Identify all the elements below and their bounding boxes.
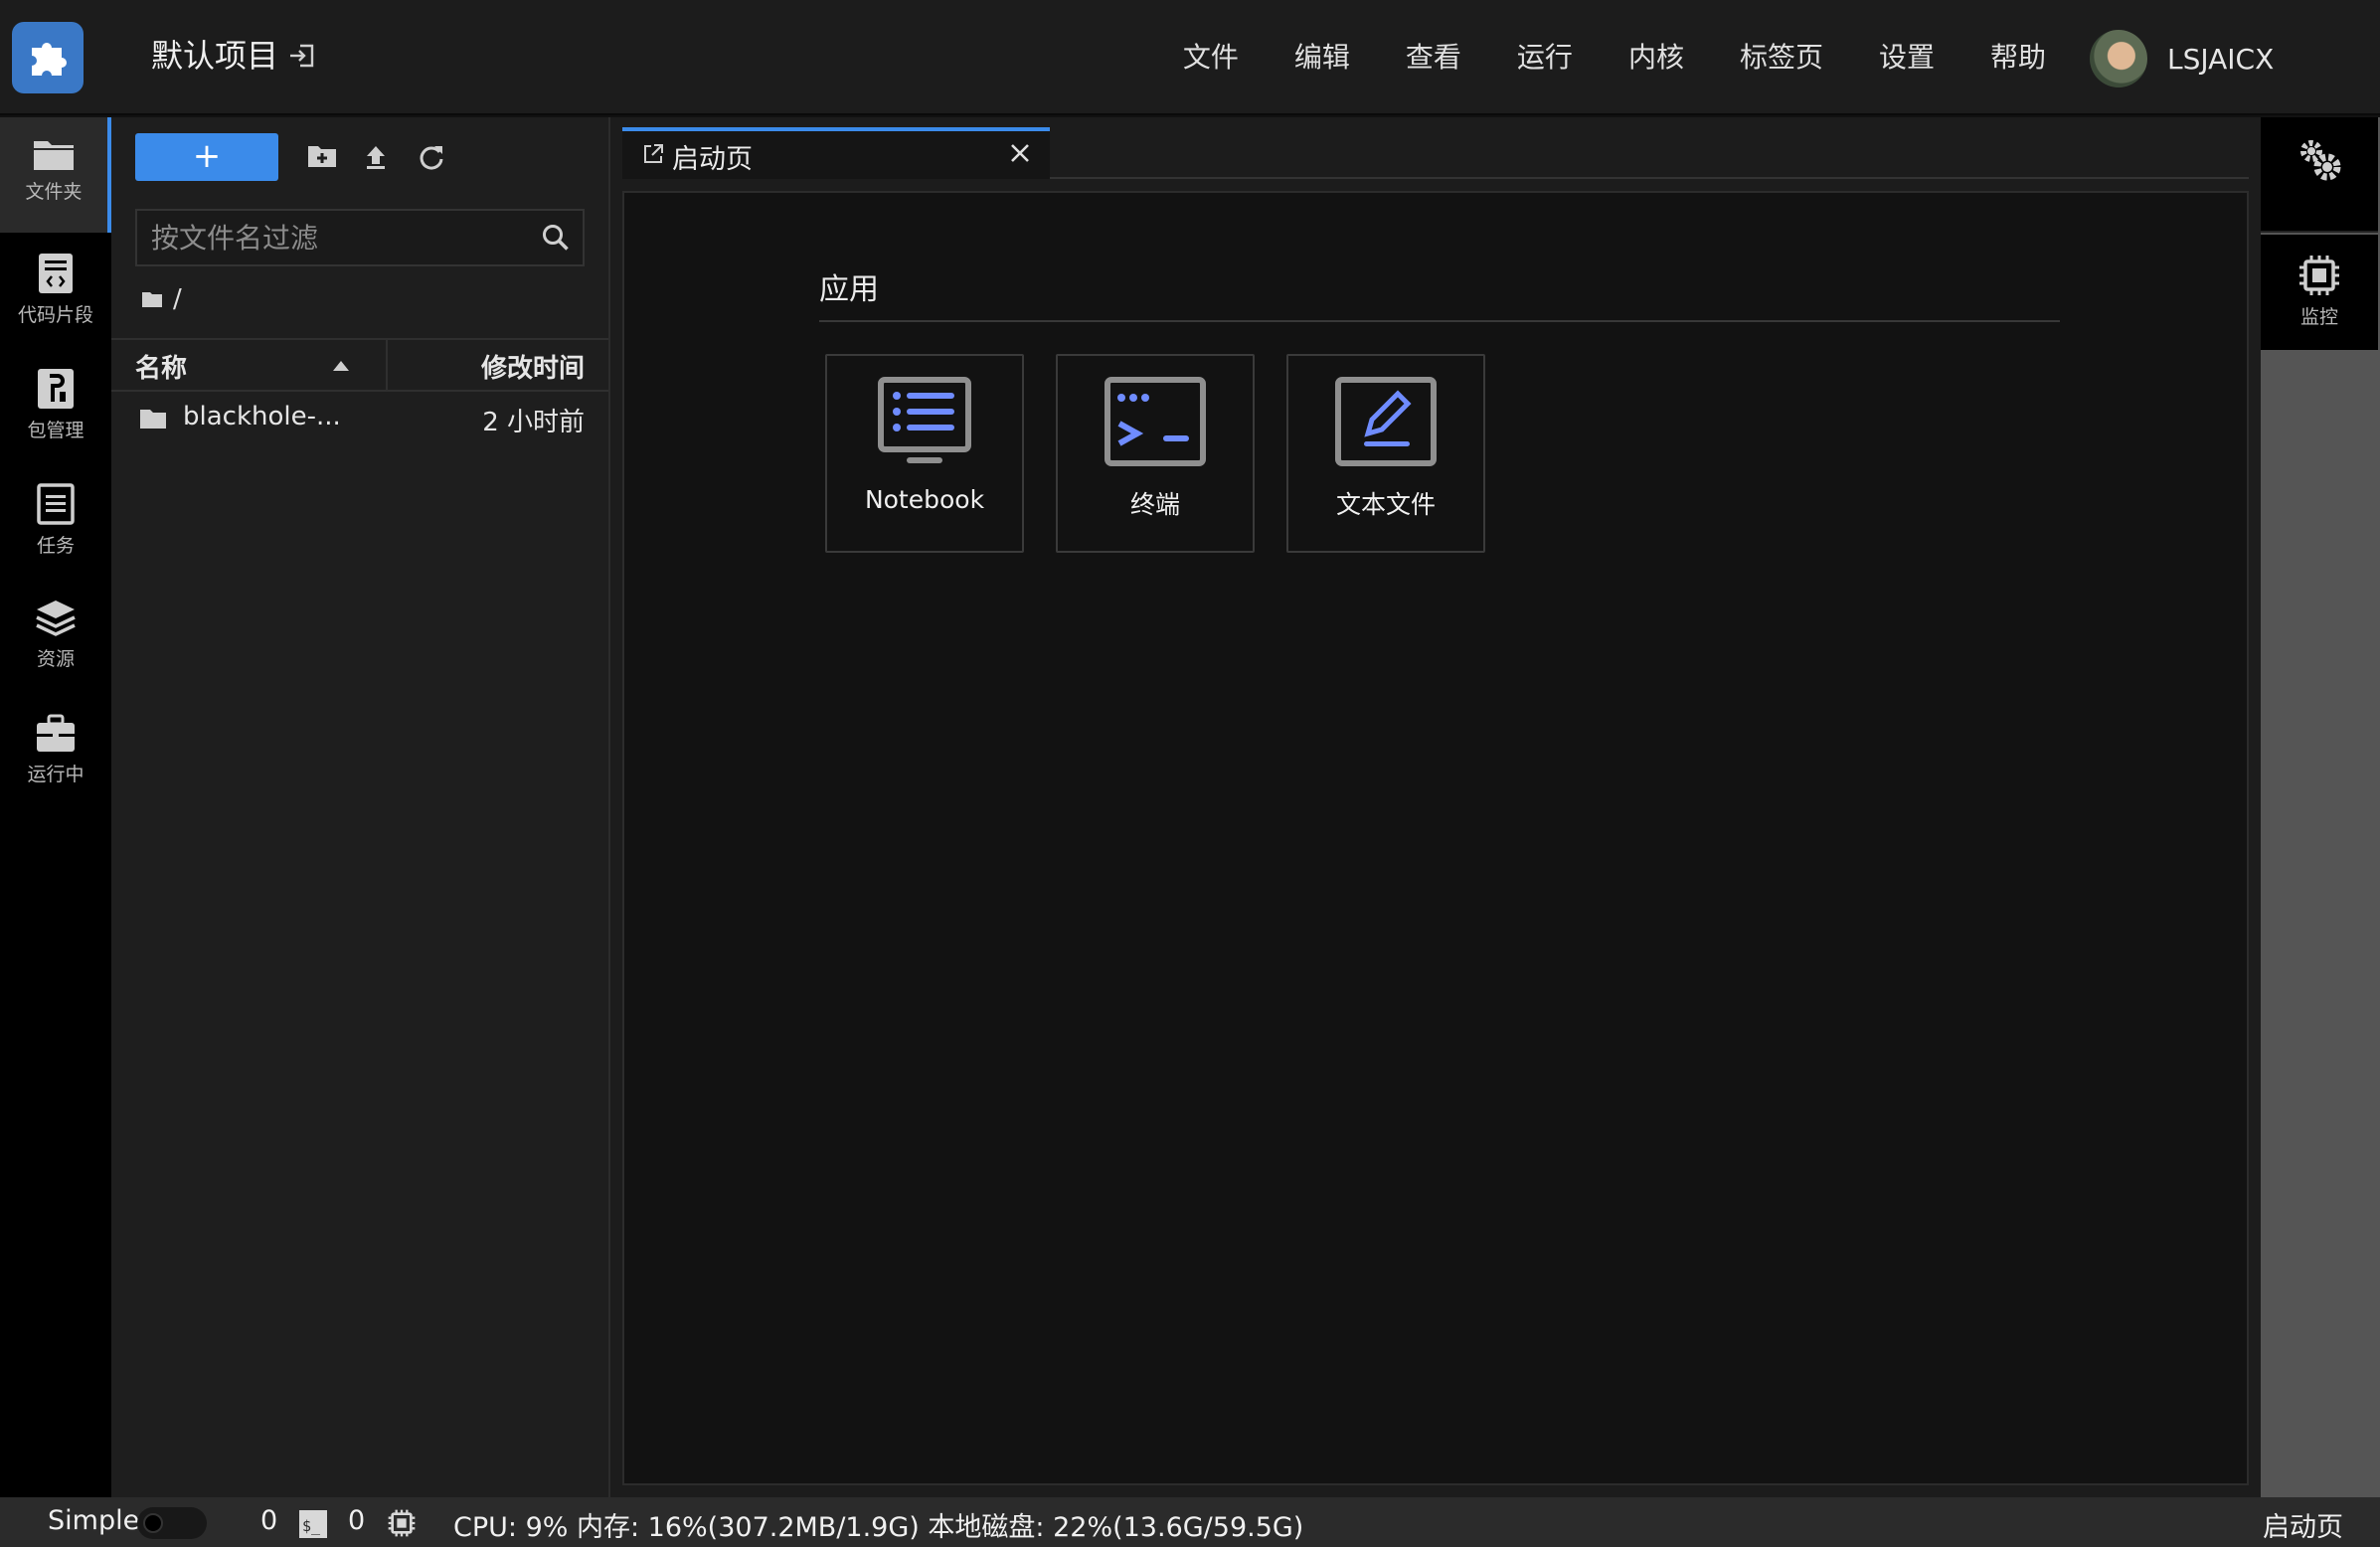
sidebar-item-tasks[interactable]: 任务 (0, 463, 111, 579)
new-launcher-button[interactable]: + (135, 133, 278, 181)
menu-view[interactable]: 查看 (1406, 36, 1461, 80)
column-header-name[interactable]: 名称 (135, 348, 187, 385)
menu-bar: 文件 编辑 查看 运行 内核 标签页 设置 帮助 (1127, 36, 2046, 80)
right-sidebar-rail: 监控 (2261, 117, 2380, 1497)
column-header-modified[interactable]: 修改时间 (481, 348, 585, 385)
launcher-section-title: 应用 (819, 272, 879, 307)
code-snippet-icon (39, 254, 73, 293)
new-folder-icon (308, 146, 336, 167)
current-tab-label: 启动页 (2263, 1512, 2343, 1543)
file-modified-time: 2 小时前 (482, 408, 585, 437)
sidebar-item-label: 任务 (36, 535, 75, 557)
upload-button[interactable] (356, 139, 396, 179)
settings-gears-icon (2300, 140, 2341, 181)
file-filter-input[interactable] (151, 211, 529, 264)
launcher-panel: 应用 Notebook 终端 文本文件 (622, 191, 2249, 1485)
menu-edit[interactable]: 编辑 (1294, 36, 1350, 80)
sidebar-item-folder[interactable]: 文件夹 (0, 117, 111, 233)
settings-button[interactable] (2261, 117, 2378, 233)
search-icon[interactable] (541, 223, 571, 253)
menu-tabs[interactable]: 标签页 (1740, 36, 1823, 80)
launcher-card-notebook[interactable]: Notebook (825, 354, 1024, 553)
sidebar-item-running[interactable]: 运行中 (0, 694, 111, 809)
folder-icon (139, 408, 167, 430)
close-icon[interactable] (1008, 141, 1032, 165)
sidebar-item-packages[interactable]: 包管理 (0, 348, 111, 463)
sidebar-item-label: 文件夹 (25, 181, 83, 203)
sidebar-item-code-snippets[interactable]: 代码片段 (0, 233, 111, 348)
puzzle-piece-icon (32, 43, 67, 76)
status-bar: Simple 0 $_ 0 CPU: 9% 内存: 16%(307.2MB/1.… (0, 1497, 2380, 1547)
sidebar-item-label: 代码片段 (17, 304, 93, 326)
exit-project-icon[interactable] (288, 42, 316, 70)
menu-settings[interactable]: 设置 (1879, 36, 1935, 80)
menu-file[interactable]: 文件 (1183, 36, 1239, 80)
project-title[interactable]: 默认项目 (151, 34, 278, 78)
simple-mode-label: Simple (48, 1505, 140, 1536)
sort-ascending-icon (332, 360, 350, 372)
terminal-icon (1105, 377, 1206, 466)
file-list-item[interactable]: blackhole-... 2 小时前 (111, 392, 608, 445)
file-browser-panel: + / 名称 修改时间 blackhole-... 2 小时前 (111, 117, 610, 1497)
tab-bar: 启动页 (622, 127, 2249, 179)
left-sidebar-rail: 文件夹 代码片段 包管理 任务 资源 运行中 (0, 117, 111, 1497)
menu-run[interactable]: 运行 (1517, 36, 1573, 80)
cpu-chip-icon[interactable] (388, 1509, 416, 1537)
briefcase-icon (37, 714, 75, 752)
sidebar-item-label: 监控 (2299, 306, 2338, 328)
resource-usage: CPU: 9% 内存: 16%(307.2MB/1.9G) 本地磁盘: 22%(… (453, 1512, 1304, 1543)
app-logo[interactable] (12, 22, 84, 93)
task-list-icon (37, 483, 75, 525)
file-list-header: 名称 修改时间 (111, 338, 608, 392)
launcher-card-label: 终端 (1129, 490, 1180, 519)
breadcrumb: / (141, 284, 182, 314)
file-name: blackhole-... (183, 402, 341, 431)
new-folder-button[interactable] (302, 139, 342, 179)
launcher-card-label: Notebook (864, 485, 985, 514)
main-dock-area: 启动页 应用 Notebook 终端 文本文件 (610, 117, 2261, 1497)
column-divider[interactable] (386, 340, 388, 392)
breadcrumb-path[interactable]: / (173, 284, 182, 314)
upload-icon (367, 146, 385, 169)
svg-text:$_: $_ (302, 1517, 321, 1535)
menu-help[interactable]: 帮助 (1990, 36, 2046, 80)
folder-icon (34, 141, 74, 170)
sidebar-item-resources[interactable]: 资源 (0, 579, 111, 694)
launcher-card-label: 文本文件 (1335, 490, 1436, 519)
sidebar-item-label: 包管理 (27, 420, 85, 441)
terminal-icon[interactable]: $_ (298, 1509, 328, 1539)
sidebar-item-monitor[interactable]: 监控 (2261, 235, 2378, 350)
launch-icon (642, 143, 664, 165)
toggle-knob (143, 1513, 163, 1533)
cpu-chip-icon (2299, 256, 2339, 295)
section-divider (819, 320, 2060, 322)
top-bar: 默认项目 文件 编辑 查看 运行 内核 标签页 设置 帮助 LSJAICX (0, 0, 2380, 115)
kernels-count[interactable]: 0 (348, 1505, 365, 1536)
simple-mode-toggle[interactable] (137, 1507, 207, 1539)
launcher-card-terminal[interactable]: 终端 (1056, 354, 1255, 553)
notebook-icon (878, 377, 971, 463)
tab-label: 启动页 (672, 144, 753, 175)
text-editor-icon (1335, 377, 1437, 466)
user-avatar[interactable] (2090, 30, 2147, 87)
refresh-button[interactable] (412, 139, 451, 179)
menu-kernel[interactable]: 内核 (1628, 36, 1684, 80)
sidebar-item-label: 运行中 (27, 764, 85, 785)
package-icon (38, 369, 74, 409)
layers-icon (36, 601, 76, 636)
launcher-card-text-file[interactable]: 文本文件 (1286, 354, 1485, 553)
terminals-count[interactable]: 0 (260, 1505, 277, 1536)
tab-launcher[interactable]: 启动页 (622, 127, 1050, 179)
folder-icon[interactable] (141, 290, 163, 308)
file-filter-box (135, 209, 585, 266)
username[interactable]: LSJAICX (2167, 38, 2274, 82)
sidebar-item-label: 资源 (36, 648, 75, 670)
refresh-icon (420, 146, 443, 170)
